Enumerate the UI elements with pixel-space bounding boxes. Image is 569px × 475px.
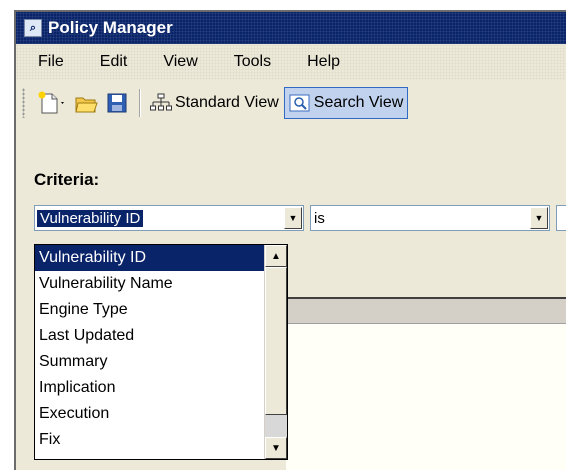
window-title: Policy Manager bbox=[48, 18, 173, 37]
search-view-icon bbox=[289, 94, 310, 112]
results-pane bbox=[286, 323, 566, 470]
menu-edit[interactable]: Edit bbox=[96, 51, 132, 73]
save-button[interactable] bbox=[103, 87, 131, 119]
dropdown-option-fix[interactable]: Fix bbox=[35, 427, 287, 453]
scrollbar-thumb[interactable] bbox=[265, 267, 287, 415]
search-view-label: Search View bbox=[313, 94, 404, 111]
open-folder-icon bbox=[75, 97, 98, 113]
tree-view-icon bbox=[150, 93, 172, 111]
save-disk-icon bbox=[107, 93, 127, 113]
chevron-up-icon: ▲ bbox=[271, 250, 281, 262]
open-button[interactable] bbox=[71, 87, 101, 119]
dropdown-option-engine-type[interactable]: Engine Type bbox=[35, 297, 287, 323]
criteria-field-combobox[interactable]: Vulnerability ID ▼ bbox=[34, 205, 304, 231]
dropdown-option-last-updated[interactable]: Last Updated bbox=[35, 323, 287, 349]
dropdown-option-vulnerability-name[interactable]: Vulnerability Name bbox=[35, 271, 287, 297]
chevron-down-icon[interactable]: ▼ bbox=[530, 207, 548, 229]
search-view-button[interactable]: Search View bbox=[283, 87, 409, 119]
toolbar-grip[interactable] bbox=[22, 88, 25, 118]
app-icon: ⌕ bbox=[24, 19, 42, 37]
dropdown-scrollbar[interactable]: ▲ ▼ bbox=[264, 245, 287, 459]
toolbar-separator bbox=[139, 89, 141, 117]
menu-view[interactable]: View bbox=[159, 51, 201, 73]
menu-help[interactable]: Help bbox=[303, 51, 344, 73]
menu-tools[interactable]: Tools bbox=[230, 51, 275, 73]
dropdown-option-vulnerability-id[interactable]: Vulnerability ID bbox=[35, 245, 287, 271]
criteria-operator-value: is bbox=[314, 209, 325, 227]
results-header bbox=[286, 297, 566, 325]
new-button[interactable] bbox=[33, 87, 69, 119]
criteria-value-field[interactable] bbox=[556, 205, 566, 231]
dropdown-option-summary[interactable]: Summary bbox=[35, 349, 287, 375]
dropdown-option-implication[interactable]: Implication bbox=[35, 375, 287, 401]
chevron-down-icon[interactable]: ▼ bbox=[284, 207, 302, 229]
criteria-field-value: Vulnerability ID bbox=[37, 209, 144, 227]
toolbar: Standard View Search View bbox=[16, 80, 566, 126]
new-document-icon bbox=[38, 91, 64, 114]
scroll-down-button[interactable]: ▼ bbox=[265, 437, 287, 459]
dropdown-option-execution[interactable]: Execution bbox=[35, 401, 287, 427]
menu-bar: File Edit View Tools Help bbox=[16, 44, 566, 80]
standard-view-button[interactable]: Standard View bbox=[147, 87, 282, 119]
chevron-down-icon: ▼ bbox=[271, 442, 281, 454]
title-bar[interactable]: ⌕ Policy Manager bbox=[16, 12, 566, 44]
criteria-label: Criteria: bbox=[34, 170, 100, 189]
policy-manager-window: ⌕ Policy Manager File Edit View Tools He… bbox=[14, 10, 566, 470]
standard-view-label: Standard View bbox=[175, 94, 279, 111]
criteria-operator-combobox[interactable]: is ▼ bbox=[310, 205, 550, 231]
menu-file[interactable]: File bbox=[34, 51, 68, 73]
scroll-up-button[interactable]: ▲ bbox=[265, 245, 287, 267]
criteria-field-dropdown-list: Vulnerability ID Vulnerability Name Engi… bbox=[34, 244, 288, 460]
